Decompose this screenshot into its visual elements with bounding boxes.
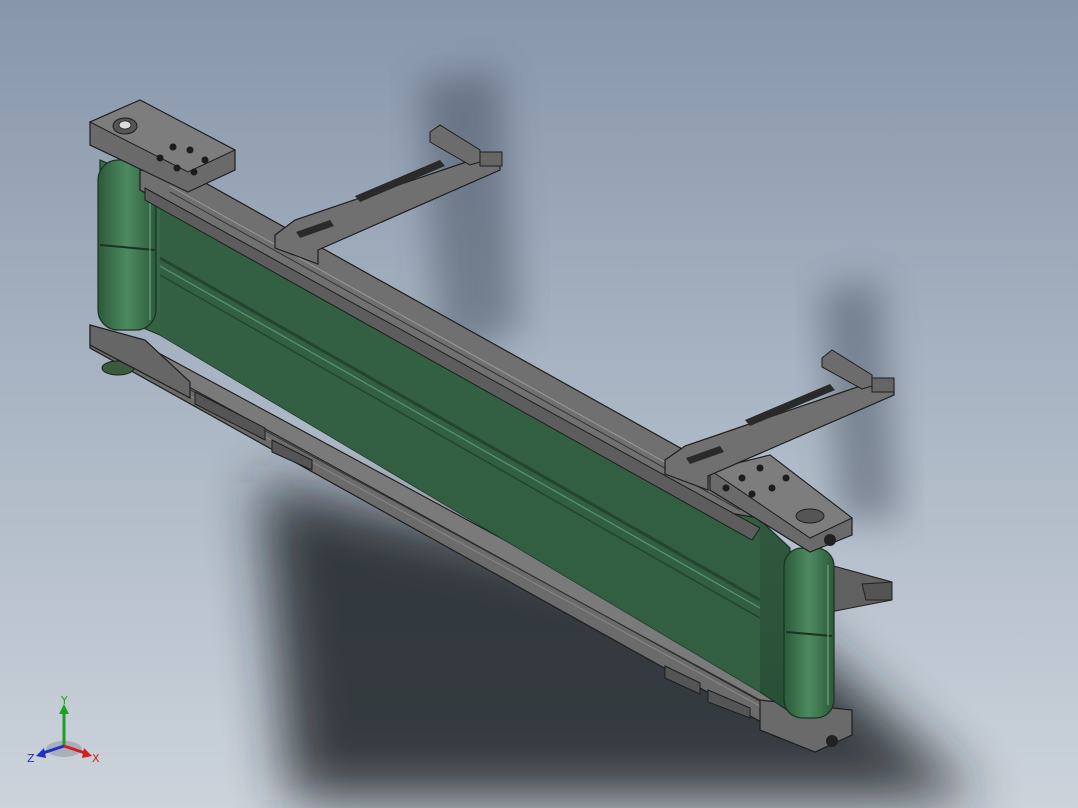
x-axis-label: X <box>92 752 100 765</box>
view-orientation-triad[interactable]: Y X Z <box>26 694 106 774</box>
y-axis-label: Y <box>60 694 68 707</box>
z-axis-arrow <box>36 748 46 758</box>
z-axis-label: Z <box>27 752 35 765</box>
idler-roller-right[interactable] <box>783 547 835 719</box>
x-axis-arrow <box>82 748 92 758</box>
lower-mount-bracket[interactable] <box>829 564 893 613</box>
model-scene[interactable] <box>0 0 1078 808</box>
graphics-viewport[interactable]: Y X Z <box>0 0 1078 808</box>
